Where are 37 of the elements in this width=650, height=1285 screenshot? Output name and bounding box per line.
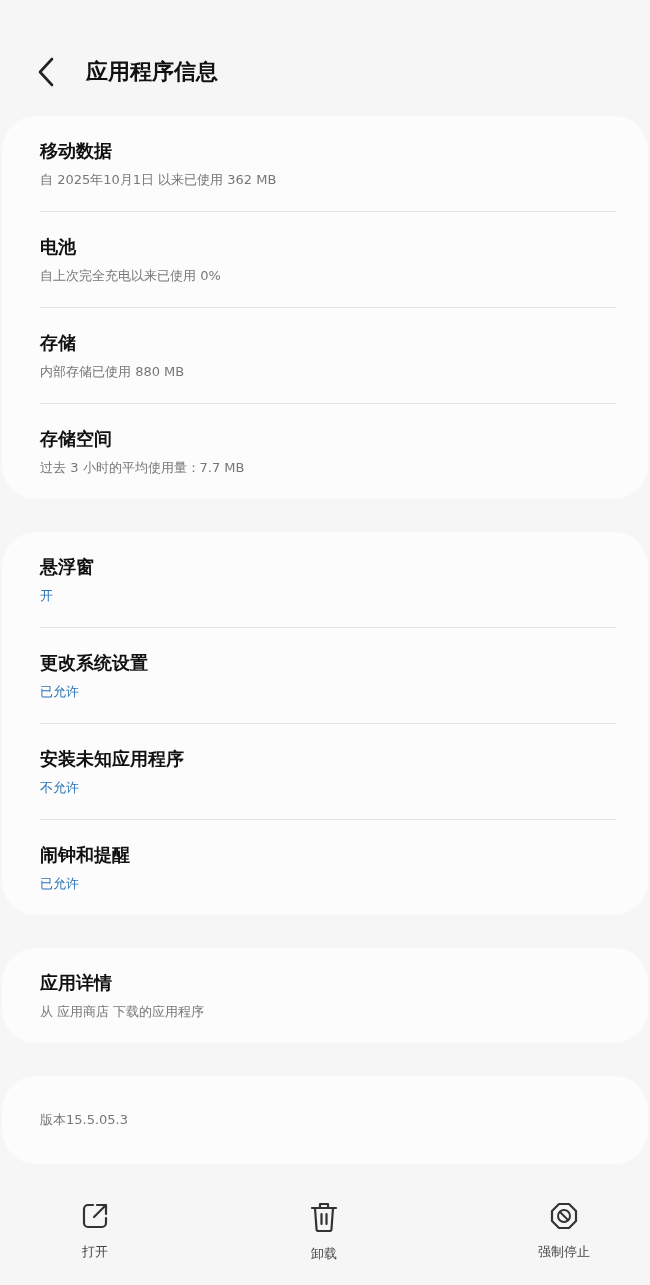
row-title: 移动数据 — [40, 138, 113, 163]
row-summary: 不允许 — [40, 778, 80, 797]
row-title: 存储 — [40, 330, 77, 355]
settings-row[interactable]: 存储 内部存储已使用 880 MB — [40, 308, 616, 403]
action-button[interactable]: 卸载 — [299, 1197, 349, 1267]
row-summary: 过去 3 小时的平均使用量：7.7 MB — [40, 458, 246, 477]
settings-row[interactable]: 移动数据 自 2025年10月1日 以来已使用 362 MB — [40, 116, 616, 211]
settings-row[interactable]: 存储空间 过去 3 小时的平均使用量：7.7 MB — [40, 404, 616, 499]
row-summary: 已允许 — [40, 682, 80, 701]
row-title: 安装未知应用程序 — [40, 746, 185, 771]
action-button[interactable]: 打开 — [70, 1197, 120, 1267]
row-title: 更改系统设置 — [40, 650, 149, 675]
row-title: 悬浮窗 — [40, 554, 95, 579]
back-icon — [36, 55, 56, 88]
action-button[interactable]: 强制停止 — [528, 1197, 600, 1267]
row-title: 电池 — [40, 234, 77, 259]
version-text: 版本15.5.05.3 — [40, 1111, 130, 1129]
row-summary: 从 应用商店 下载的应用程序 — [40, 1002, 206, 1021]
settings-row[interactable]: 应用详情 从 应用商店 下载的应用程序 — [40, 948, 616, 1043]
row-summary: 自上次完全充电以来已使用 0% — [40, 266, 222, 285]
row-title: 应用详情 — [40, 970, 113, 995]
row-title: 闹钟和提醒 — [40, 842, 131, 867]
settings-row[interactable]: 安装未知应用程序 不允许 — [40, 724, 616, 819]
settings-row[interactable]: 更改系统设置 已允许 — [40, 628, 616, 723]
settings-row[interactable]: 闹钟和提醒 已允许 — [40, 820, 616, 915]
settings-row[interactable]: 悬浮窗 开 — [40, 532, 616, 627]
open-external-icon — [80, 1201, 110, 1231]
stop-icon — [549, 1201, 579, 1231]
row-title: 存储空间 — [40, 426, 113, 451]
row-summary: 内部存储已使用 880 MB — [40, 362, 186, 381]
settings-row[interactable]: 电池 自上次完全充电以来已使用 0% — [40, 212, 616, 307]
row-summary: 已允许 — [40, 874, 80, 893]
row-summary: 自 2025年10月1日 以来已使用 362 MB — [40, 170, 278, 189]
page-title: 应用程序信息 — [86, 57, 218, 86]
row-summary: 开 — [40, 586, 54, 605]
back-button[interactable] — [36, 55, 56, 88]
trash-icon — [309, 1201, 339, 1233]
